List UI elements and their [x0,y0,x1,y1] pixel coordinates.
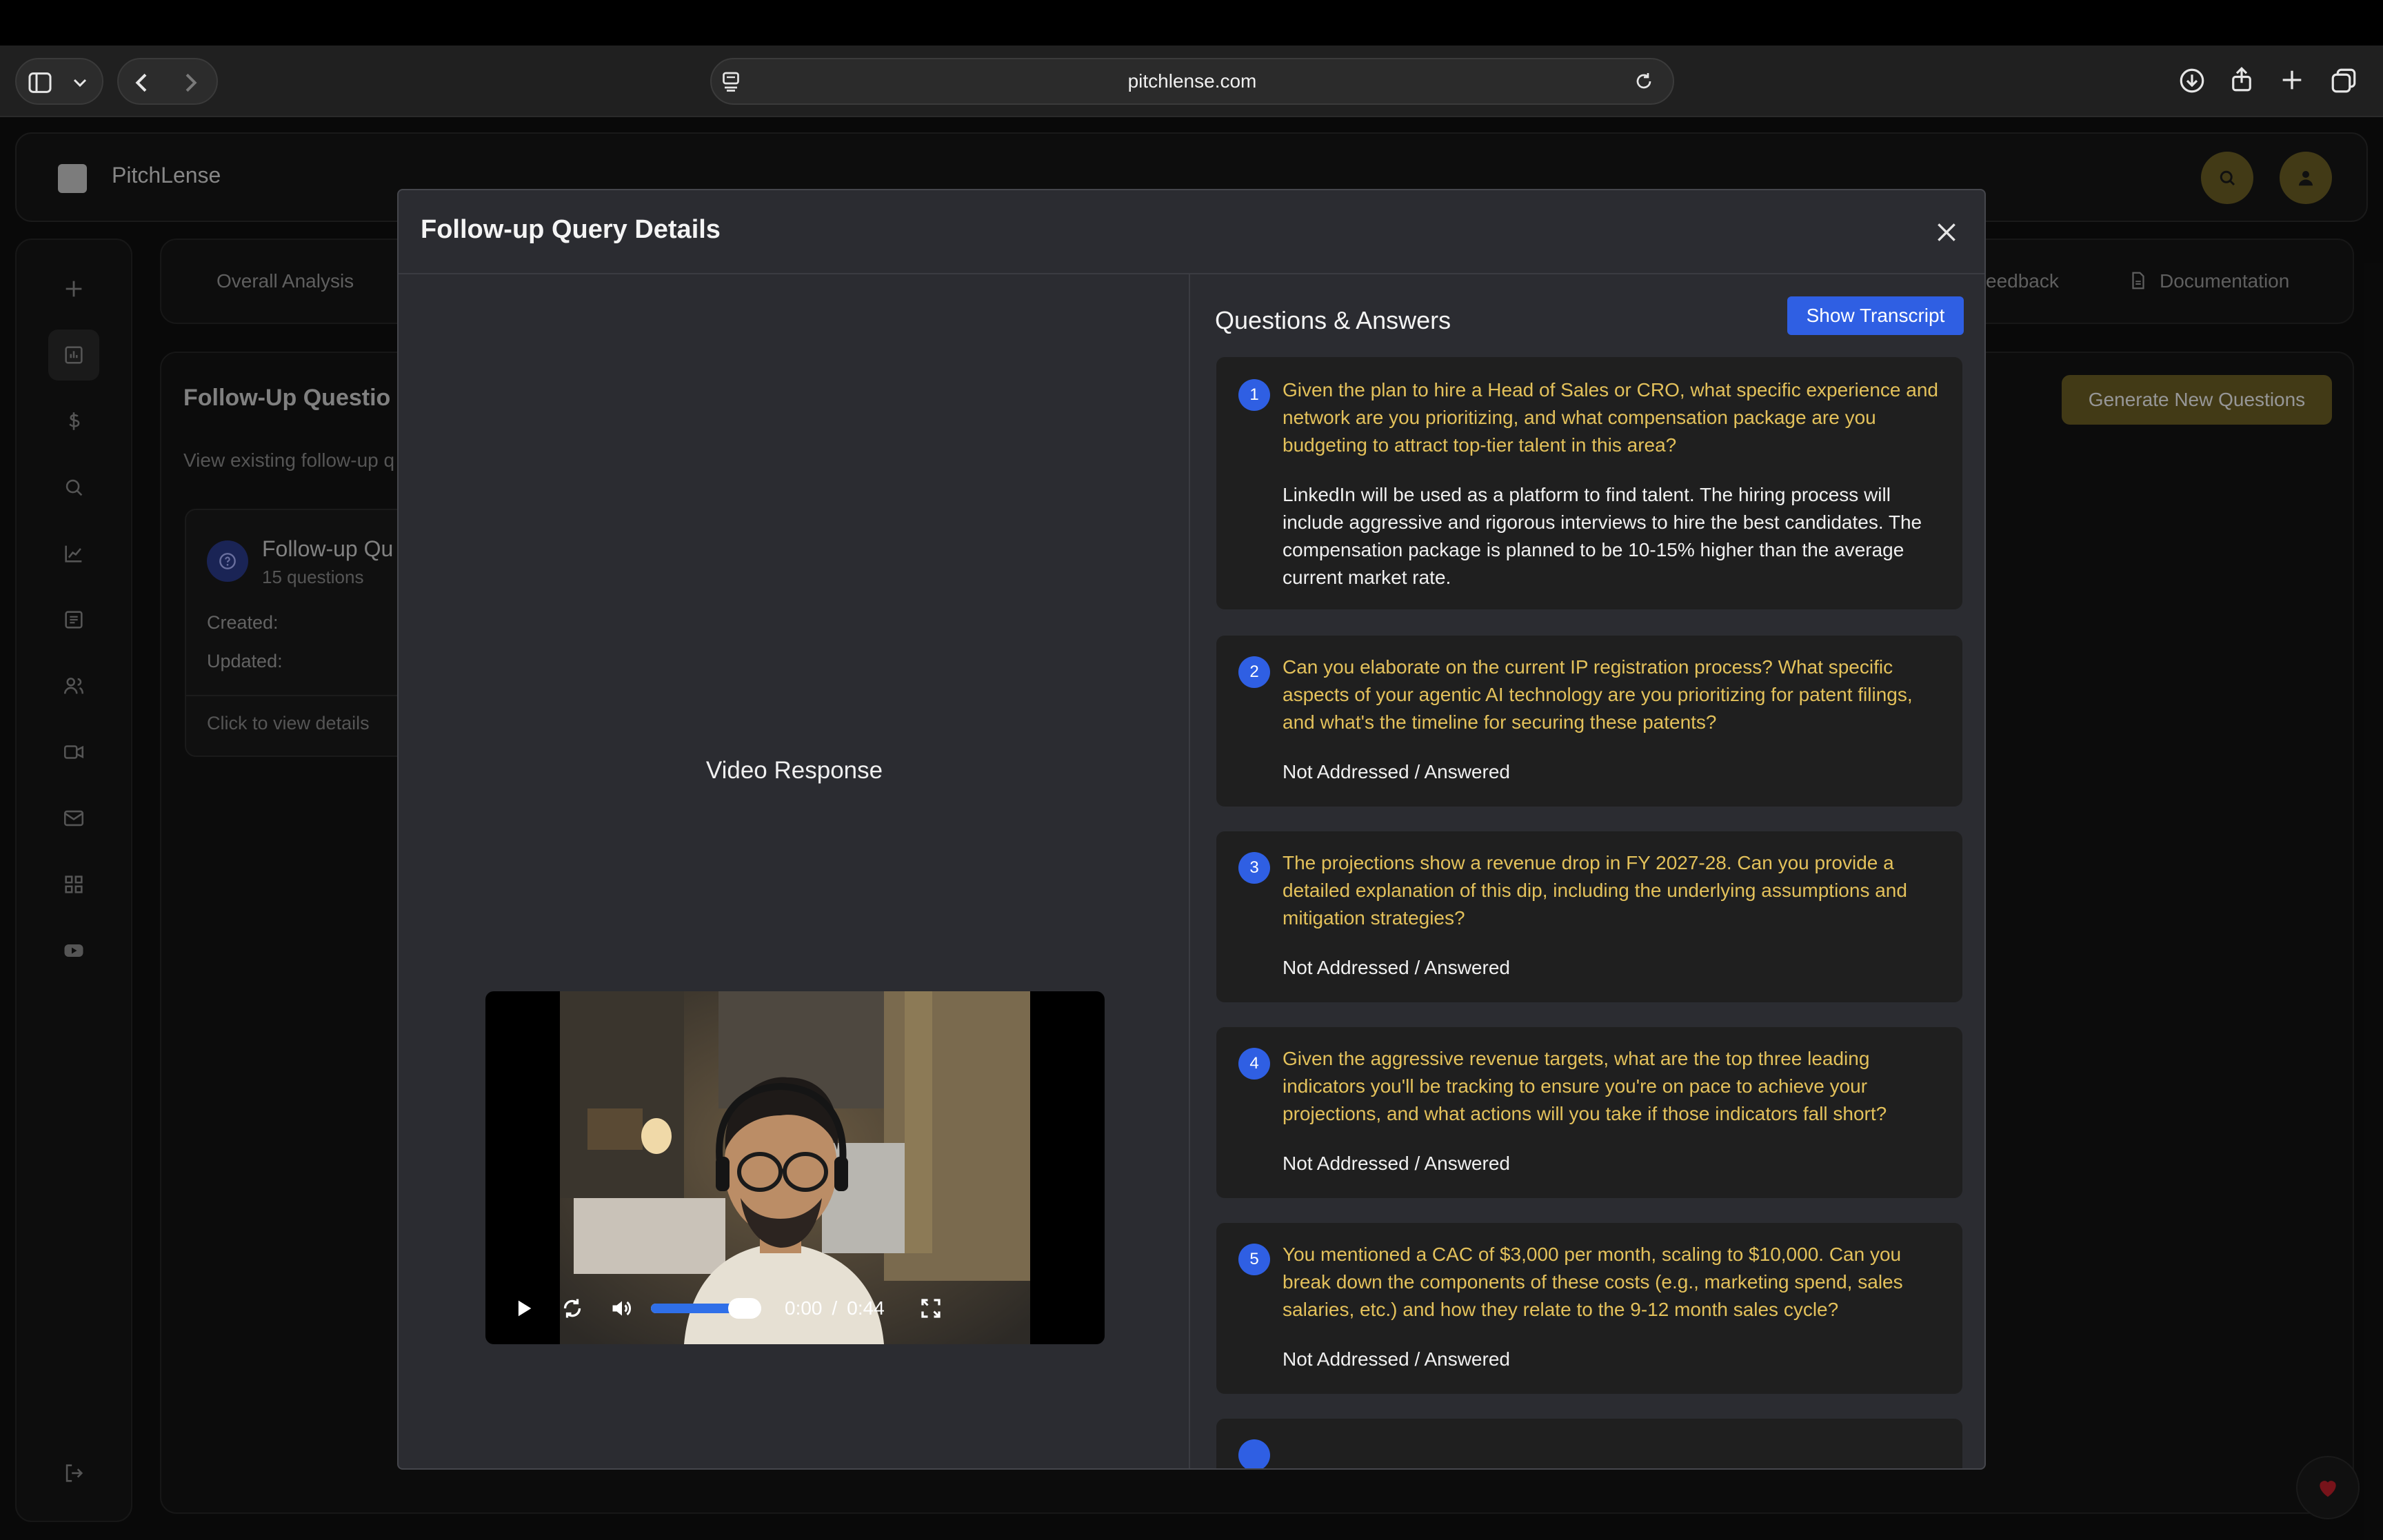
replay-icon [560,1296,585,1321]
video-controls: 0:00 / 0:44 [485,1281,1105,1336]
qa-item: 3 The projections show a revenue drop in… [1216,831,1962,1002]
tab-overview-icon[interactable] [2329,66,2358,95]
reload-icon[interactable] [1631,69,1656,94]
answer-text: Not Addressed / Answered [1283,1348,1510,1370]
volume-slider[interactable] [651,1281,764,1336]
nav-button-group [117,58,218,105]
question-number: 1 [1238,379,1270,411]
question-number: 2 [1238,656,1270,688]
address-bar[interactable]: pitchlense.com [710,58,1674,105]
fullscreen-icon [918,1296,943,1321]
question-text: The projections show a revenue drop in F… [1283,852,1907,929]
current-time: 0:00 [785,1297,823,1319]
question-number: 4 [1238,1048,1270,1080]
qa-item: 2 Can you elaborate on the current IP re… [1216,636,1962,807]
qa-pane: Questions & Answers Show Transcript 1 Gi… [1192,274,1984,1468]
answer-text: LinkedIn will be used as a platform to f… [1283,484,1922,588]
download-icon[interactable] [2178,66,2206,95]
question-number: 5 [1238,1244,1270,1275]
close-icon [1933,219,1960,246]
qa-item: 5 You mentioned a CAC of $3,000 per mont… [1216,1223,1962,1394]
answer-text: Not Addressed / Answered [1283,1153,1510,1174]
time-separator: / [832,1297,838,1319]
play-button[interactable] [512,1281,535,1336]
question-number: 3 [1238,852,1270,884]
close-button[interactable] [1928,214,1965,251]
new-tab-icon[interactable] [2278,66,2306,94]
video-pane: Video Response 0:00 / 0:44 [399,274,1190,1468]
question-number-partial [1238,1439,1270,1468]
duration: 0:44 [847,1297,885,1319]
question-text: You mentioned a CAC of $3,000 per month,… [1283,1244,1903,1320]
qa-title: Questions & Answers [1215,306,1451,334]
qa-item: 4 Given the aggressive revenue targets, … [1216,1027,1962,1198]
answer-text: Not Addressed / Answered [1283,957,1510,978]
macos-top-strip [0,0,2383,45]
qa-item: 1 Given the plan to hire a Head of Sales… [1216,357,1962,609]
question-text: Can you elaborate on the current IP regi… [1283,656,1913,733]
sidebar-toggle-group[interactable] [15,58,103,105]
modal-header: Follow-up Query Details [399,190,1984,274]
url-text[interactable]: pitchlense.com [712,59,1673,103]
video-player[interactable]: 0:00 / 0:44 [485,991,1105,1344]
video-response-label: Video Response [705,757,883,784]
query-details-modal: Follow-up Query Details Video Response 0… [397,189,1986,1470]
replay-button[interactable] [560,1281,585,1336]
share-icon[interactable] [2227,65,2256,94]
question-text: Given the plan to hire a Head of Sales o… [1283,379,1938,456]
chevron-down-icon[interactable] [69,72,91,94]
question-text: Given the aggressive revenue targets, wh… [1283,1048,1887,1124]
mute-button[interactable] [610,1281,634,1336]
sidebar-toggle-icon[interactable] [26,69,54,97]
time-display: 0:00 / 0:44 [785,1281,885,1336]
fullscreen-button[interactable] [918,1281,943,1336]
play-icon [512,1297,535,1320]
forward-icon[interactable] [177,69,204,97]
modal-title: Follow-up Query Details [421,215,721,244]
volume-icon [610,1296,634,1321]
answer-text: Not Addressed / Answered [1283,761,1510,782]
qa-item-partial [1216,1419,1962,1468]
volume-knob[interactable] [728,1298,761,1319]
back-icon[interactable] [128,69,156,97]
show-transcript-button[interactable]: Show Transcript [1787,296,1964,335]
